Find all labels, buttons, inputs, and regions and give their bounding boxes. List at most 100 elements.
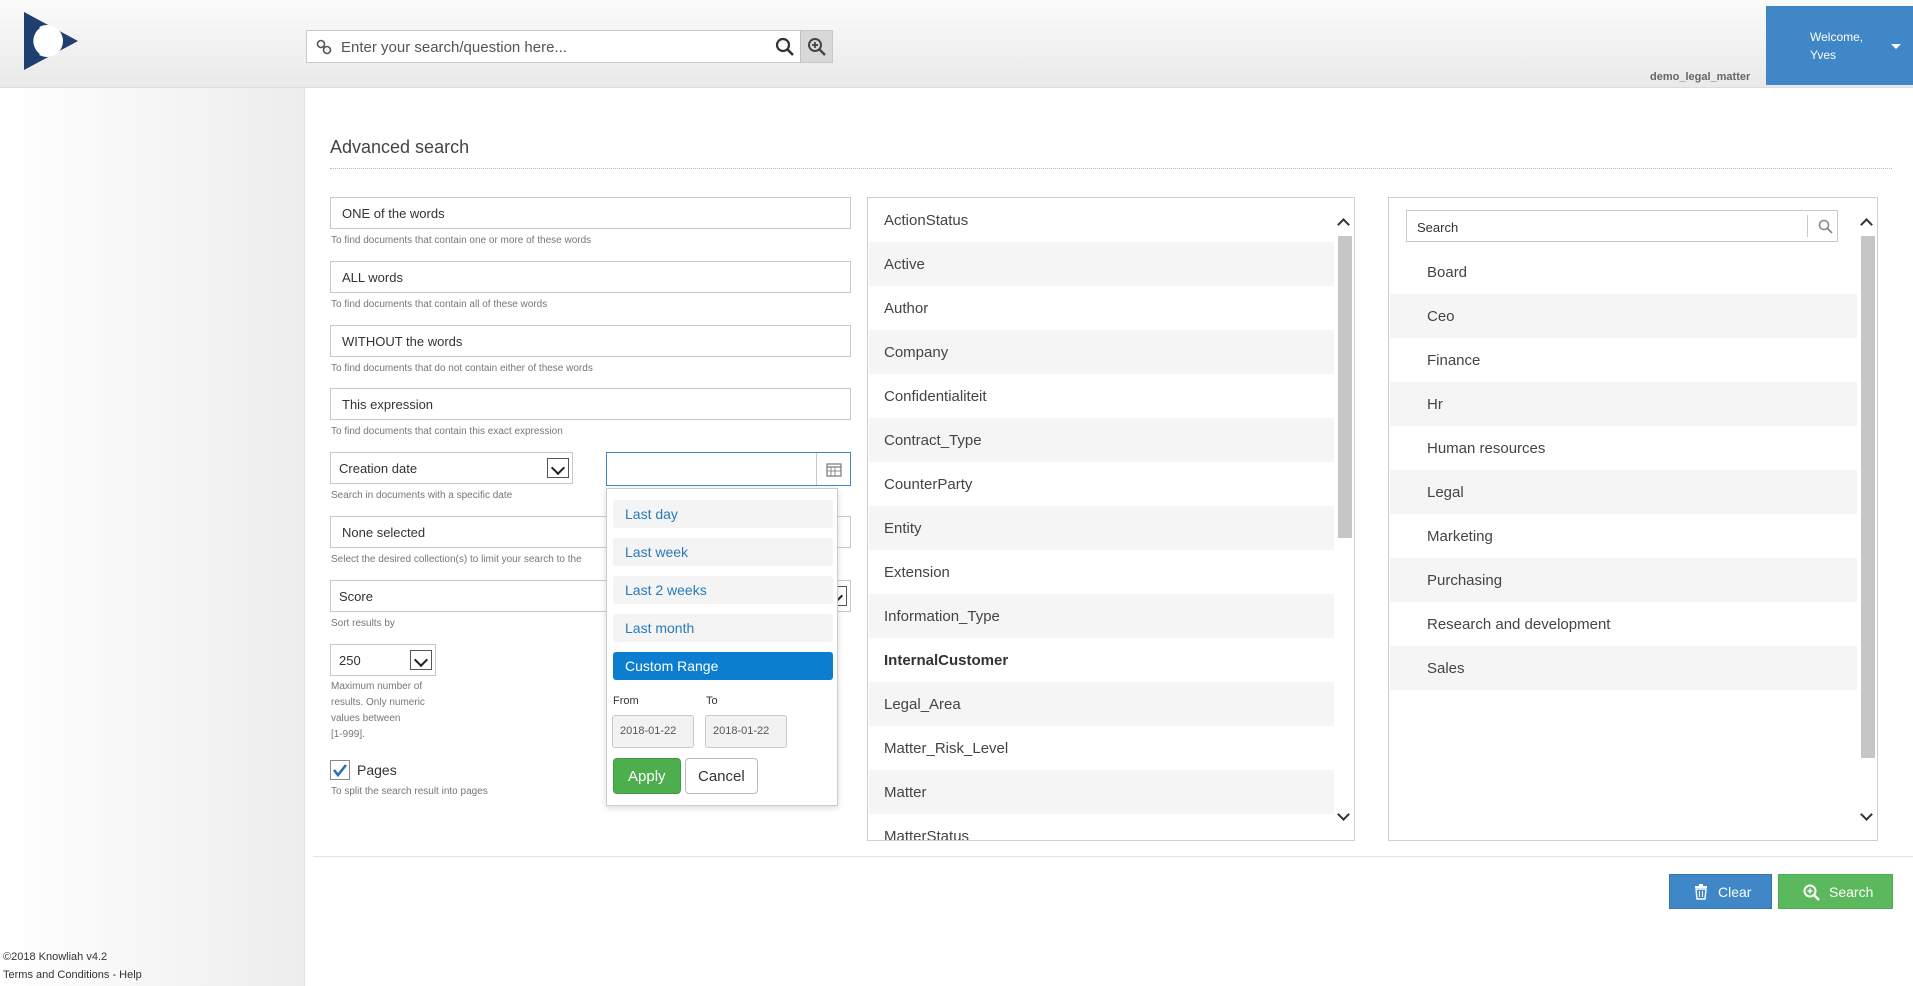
- pages-checkbox[interactable]: [330, 760, 350, 780]
- date-field-select[interactable]: Creation date: [330, 452, 573, 484]
- max-results-hint-1: Maximum number of: [331, 681, 423, 692]
- field-list-item-label: MatterStatus: [884, 828, 970, 841]
- trash-icon: [1695, 884, 1707, 900]
- value-list-item[interactable]: Sales: [1390, 646, 1857, 690]
- welcome-text: Welcome,: [1810, 30, 1864, 44]
- field-list-item[interactable]: Confidentialiteit: [869, 374, 1334, 418]
- all-words-placeholder: ALL words: [342, 270, 403, 285]
- values-panel: Board Ceo Finance Hr Human resources Legal Mar…: [1388, 197, 1878, 841]
- one-of-words-field[interactable]: ONE of the words: [330, 197, 851, 229]
- values-scrollbar[interactable]: [1858, 198, 1877, 840]
- search-icon[interactable]: [1818, 219, 1833, 234]
- range-last-2-weeks[interactable]: Last 2 weeks: [613, 576, 833, 604]
- scroll-thumb[interactable]: [1338, 236, 1352, 538]
- calendar-button[interactable]: [816, 453, 850, 485]
- footer-links[interactable]: Terms and Conditions - Help: [3, 969, 142, 981]
- value-list-item[interactable]: Research and development: [1390, 602, 1857, 646]
- range-custom[interactable]: Custom Range: [613, 652, 833, 680]
- search-label: Search: [1829, 884, 1874, 900]
- field-list-item[interactable]: Matter_Risk_Level: [869, 726, 1334, 770]
- sort-hint: Sort results by: [331, 618, 395, 629]
- max-results-value: 250: [339, 653, 361, 668]
- expression-placeholder: This expression: [342, 397, 434, 412]
- range-label: Last day: [625, 506, 678, 522]
- field-list-item[interactable]: Company: [869, 330, 1334, 374]
- apply-button[interactable]: Apply: [613, 758, 681, 794]
- value-list-item[interactable]: Marketing: [1390, 514, 1857, 558]
- field-list-item[interactable]: Information_Type: [869, 594, 1334, 638]
- value-list-item-label: Marketing: [1427, 528, 1493, 545]
- field-list-item[interactable]: Active: [869, 242, 1334, 286]
- collection-value: None selected: [342, 525, 426, 540]
- cancel-button[interactable]: Cancel: [685, 758, 758, 794]
- range-label: Last month: [625, 620, 695, 636]
- apply-label: Apply: [628, 768, 666, 785]
- field-list-item-label: Confidentialiteit: [884, 388, 987, 405]
- field-list-item[interactable]: InternalCustomer: [869, 638, 1334, 682]
- value-list-item[interactable]: Finance: [1390, 338, 1857, 382]
- field-list-item-label: Extension: [884, 564, 950, 581]
- value-list-item-label: Ceo: [1427, 308, 1455, 325]
- range-last-day[interactable]: Last day: [613, 500, 833, 528]
- value-list-item[interactable]: Ceo: [1390, 294, 1857, 338]
- date-range-picker: Last day Last week Last 2 weeks Last mon…: [606, 488, 838, 806]
- field-list-item-label: Author: [884, 300, 929, 317]
- date-range-input[interactable]: [606, 452, 851, 486]
- knowliah-logo[interactable]: [20, 8, 82, 74]
- scroll-down-icon[interactable]: [1860, 808, 1873, 821]
- global-search-bar: [306, 30, 833, 63]
- search-button[interactable]: Search: [1778, 874, 1893, 909]
- range-last-week[interactable]: Last week: [613, 538, 833, 566]
- value-list-item[interactable]: Legal: [1390, 470, 1857, 514]
- value-list-item-label: Purchasing: [1427, 572, 1503, 589]
- user-menu[interactable]: Welcome, Yves: [1766, 6, 1913, 85]
- scroll-down-icon[interactable]: [1337, 808, 1350, 821]
- sort-value: Score: [339, 589, 373, 604]
- field-list-item-label: InternalCustomer: [884, 652, 1009, 669]
- field-list-item[interactable]: Author: [869, 286, 1334, 330]
- field-list-item[interactable]: Matter: [869, 770, 1334, 814]
- field-list-item-label: Contract_Type: [884, 432, 982, 449]
- scroll-thumb[interactable]: [1861, 236, 1875, 758]
- chevron-down-icon: [410, 650, 432, 670]
- from-date-input[interactable]: 2018-01-22: [612, 715, 694, 748]
- value-list-item[interactable]: Hr: [1390, 382, 1857, 426]
- field-list-item[interactable]: CounterParty: [869, 462, 1334, 506]
- advanced-search-button[interactable]: [800, 31, 832, 62]
- range-last-month[interactable]: Last month: [613, 614, 833, 642]
- all-words-field[interactable]: ALL words: [330, 261, 851, 293]
- global-search-input[interactable]: [341, 35, 761, 59]
- values-search-box: [1406, 210, 1838, 242]
- field-list-item[interactable]: ActionStatus: [869, 198, 1334, 242]
- username: Yves: [1810, 48, 1837, 62]
- value-list-item[interactable]: Human resources: [1390, 426, 1857, 470]
- value-list-item[interactable]: Board: [1390, 250, 1857, 294]
- to-date-input[interactable]: 2018-01-22: [705, 715, 787, 748]
- checkmark-icon: [332, 764, 348, 778]
- field-list-item[interactable]: Entity: [869, 506, 1334, 550]
- scroll-up-icon[interactable]: [1860, 218, 1873, 231]
- search-icon[interactable]: [775, 37, 795, 57]
- field-list-item-label: Legal_Area: [884, 696, 961, 713]
- field-list-item[interactable]: MatterStatus: [869, 814, 1334, 841]
- field-list-scrollbar[interactable]: [1335, 198, 1354, 840]
- field-list-item[interactable]: Legal_Area: [869, 682, 1334, 726]
- without-words-hint: To find documents that do not contain ei…: [331, 363, 593, 374]
- field-list-item[interactable]: Extension: [869, 550, 1334, 594]
- value-list-item[interactable]: Purchasing: [1390, 558, 1857, 602]
- max-results-hint-2: results. Only numeric: [331, 697, 425, 708]
- field-list-item-label: ActionStatus: [884, 212, 969, 229]
- field-list-item-label: Matter_Risk_Level: [884, 740, 1009, 757]
- field-list-item[interactable]: Contract_Type: [869, 418, 1334, 462]
- scroll-up-icon[interactable]: [1337, 218, 1350, 231]
- title-divider: [330, 168, 1892, 169]
- expression-field[interactable]: This expression: [330, 388, 851, 420]
- without-words-placeholder: WITHOUT the words: [342, 334, 463, 349]
- range-label: Last 2 weeks: [625, 582, 707, 598]
- values-search-input[interactable]: [1417, 217, 1797, 237]
- max-results-select[interactable]: 250: [330, 644, 436, 676]
- max-results-hint-3: values between: [331, 713, 401, 724]
- tenant-name: demo_legal_matter: [1650, 71, 1751, 83]
- clear-button[interactable]: Clear: [1669, 874, 1772, 909]
- without-words-field[interactable]: WITHOUT the words: [330, 325, 851, 357]
